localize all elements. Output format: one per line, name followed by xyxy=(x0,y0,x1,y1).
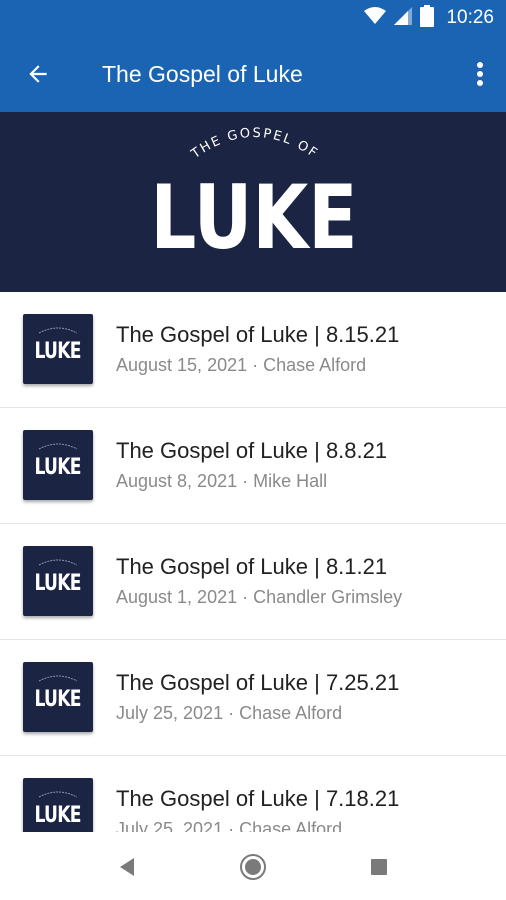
episode-thumbnail: LUKE xyxy=(23,314,93,384)
list-item[interactable]: LUKE The Gospel of Luke | 7.25.21 July 2… xyxy=(0,640,506,756)
thumb-arc-decoration xyxy=(38,443,78,450)
series-banner: THE GOSPEL OF LUKE xyxy=(0,112,506,292)
recents-square-icon xyxy=(371,859,387,875)
home-circle-icon xyxy=(240,854,266,880)
episode-title: The Gospel of Luke | 8.8.21 xyxy=(116,438,388,463)
back-button[interactable] xyxy=(18,54,58,94)
episode-thumbnail: LUKE xyxy=(23,778,93,832)
thumbnail-label: LUKE xyxy=(34,338,82,364)
episode-subtitle: July 25, 2021 · Chase Alford xyxy=(116,819,343,832)
episode-list: LUKE The Gospel of Luke | 8.15.21 August… xyxy=(0,292,506,832)
banner-big-text: LUKE xyxy=(150,166,357,269)
system-nav-bar xyxy=(0,832,506,900)
nav-home-button[interactable] xyxy=(238,852,268,882)
episode-subtitle: August 1, 2021 · Chandler Grimsley xyxy=(116,587,403,607)
list-item[interactable]: LUKE The Gospel of Luke | 8.1.21 August … xyxy=(0,524,506,640)
more-vert-icon xyxy=(477,62,483,86)
thumbnail-label: LUKE xyxy=(34,686,82,712)
thumb-arc-decoration xyxy=(38,791,78,798)
status-bar: 10:26 xyxy=(0,0,506,36)
episode-title: The Gospel of Luke | 8.1.21 xyxy=(116,554,388,579)
thumb-arc-decoration xyxy=(38,327,78,334)
episode-thumbnail: LUKE xyxy=(23,430,93,500)
banner-small-text: THE GOSPEL OF xyxy=(188,126,321,163)
episode-subtitle: August 15, 2021 · Chase Alford xyxy=(116,355,367,375)
episode-thumbnail: LUKE xyxy=(23,546,93,616)
thumb-arc-decoration xyxy=(38,675,78,682)
status-time: 10:26 xyxy=(446,7,494,28)
banner-artwork: THE GOSPEL OF LUKE xyxy=(150,126,357,269)
overflow-menu-button[interactable] xyxy=(468,56,492,92)
list-item[interactable]: LUKE The Gospel of Luke | 8.15.21 August… xyxy=(0,292,506,408)
episode-title: The Gospel of Luke | 7.25.21 xyxy=(116,670,400,695)
nav-back-button[interactable] xyxy=(112,852,142,882)
episode-title: The Gospel of Luke | 8.15.21 xyxy=(116,322,400,347)
back-triangle-icon xyxy=(120,858,134,876)
arrow-left-icon xyxy=(29,65,47,83)
episode-title: The Gospel of Luke | 7.18.21 xyxy=(116,786,400,811)
nav-recents-button[interactable] xyxy=(364,852,394,882)
thumbnail-label: LUKE xyxy=(34,802,82,828)
thumb-arc-decoration xyxy=(38,559,78,566)
battery-icon xyxy=(420,4,435,32)
thumbnail-label: LUKE xyxy=(34,570,82,596)
wifi-icon xyxy=(364,6,387,30)
page-title: The Gospel of Luke xyxy=(102,61,303,87)
episode-subtitle: August 8, 2021 · Mike Hall xyxy=(116,471,328,491)
episode-thumbnail: LUKE xyxy=(23,662,93,732)
episode-subtitle: July 25, 2021 · Chase Alford xyxy=(116,703,343,723)
list-item[interactable]: LUKE The Gospel of Luke | 8.8.21 August … xyxy=(0,408,506,524)
status-icons: 10:26 xyxy=(364,0,494,36)
app-bar: The Gospel of Luke xyxy=(0,36,506,112)
thumbnail-label: LUKE xyxy=(34,454,82,480)
cell-signal-icon xyxy=(394,6,413,30)
list-item[interactable]: LUKE The Gospel of Luke | 7.18.21 July 2… xyxy=(0,756,506,832)
